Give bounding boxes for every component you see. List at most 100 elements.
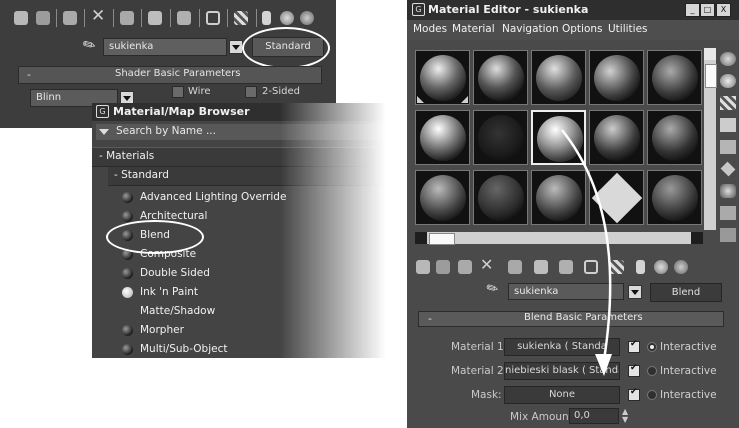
material1-interactive-radio[interactable] — [647, 342, 657, 352]
show-end-result-icon[interactable] — [262, 11, 271, 25]
sample-sphere — [420, 115, 466, 161]
make-unique-icon[interactable] — [120, 11, 134, 25]
material2-interactive-radio[interactable] — [647, 366, 657, 376]
backlight-icon[interactable] — [720, 74, 736, 88]
material-id-channel-icon[interactable] — [177, 11, 191, 25]
material2-label: Material 2: — [451, 365, 508, 377]
put-to-library-icon[interactable] — [148, 11, 162, 25]
maximize-button[interactable]: □ — [700, 3, 715, 17]
app-logo-icon: G — [412, 3, 425, 16]
browser-fade-overlay — [280, 103, 395, 358]
sample-slot-2[interactable] — [473, 50, 528, 105]
toolbar-divider — [170, 9, 171, 27]
menu-modes[interactable]: Modes — [413, 23, 447, 35]
mask-interactive-radio[interactable] — [647, 390, 657, 400]
show-background-icon[interactable] — [234, 11, 248, 25]
list-item-label: Double Sided — [140, 267, 210, 279]
two-sided-label: 2-Sided — [262, 86, 300, 97]
mask-enable-checkbox[interactable] — [628, 387, 640, 401]
sample-sphere — [420, 55, 466, 101]
sample-slot-4[interactable] — [589, 50, 644, 105]
toolbar-divider — [56, 9, 57, 27]
make-unique-icon[interactable] — [508, 260, 522, 274]
material-name-dropdown-button[interactable] — [628, 285, 642, 299]
sample-slot-3[interactable] — [531, 50, 586, 105]
go-forward-icon[interactable] — [674, 260, 688, 274]
material-name-field[interactable]: sukienka — [103, 38, 227, 56]
sample-slot-5[interactable] — [647, 50, 702, 105]
interactive-label: Interactive — [660, 341, 717, 353]
two-sided-checkbox[interactable] — [245, 86, 257, 98]
select-by-material-icon[interactable] — [720, 206, 736, 220]
options-icon[interactable] — [720, 184, 736, 198]
put-to-scene-icon[interactable] — [36, 11, 50, 25]
slot-corner-marker — [417, 96, 424, 103]
get-material-icon[interactable] — [14, 11, 28, 25]
drag-arrow-annotation — [561, 129, 612, 376]
toolbar-divider — [256, 9, 257, 27]
material-sphere-icon — [122, 287, 133, 298]
toolbar-divider — [199, 9, 200, 27]
search-input[interactable]: Search by Name ... — [116, 125, 216, 137]
scroll-left-arrow-icon[interactable] — [415, 232, 427, 244]
material-sphere-icon — [122, 344, 133, 355]
put-to-scene-icon[interactable] — [436, 260, 450, 274]
sample-slots-vertical-scrollbar[interactable] — [704, 48, 717, 230]
sample-sphere — [652, 175, 698, 221]
browser-title: Material/Map Browser — [113, 105, 250, 118]
scrollbar-thumb[interactable] — [429, 233, 455, 245]
material-name-dropdown-button[interactable] — [229, 40, 243, 54]
show-end-result-icon[interactable] — [636, 260, 645, 274]
go-to-parent-icon[interactable] — [654, 260, 668, 274]
sample-slot-7[interactable] — [473, 110, 528, 165]
material-map-navigator-icon[interactable] — [720, 228, 736, 242]
sample-sphere — [652, 115, 698, 161]
shader-rollout-title: Shader Basic Parameters — [115, 68, 241, 79]
sample-sphere — [478, 175, 524, 221]
sample-uv-tiling-icon[interactable] — [720, 118, 736, 132]
rollout-collapse-icon[interactable]: - — [428, 312, 432, 325]
eyedropper-icon[interactable]: ✎ — [79, 34, 99, 56]
wire-checkbox[interactable] — [172, 86, 184, 98]
go-forward-icon[interactable] — [300, 11, 314, 25]
material-type-button[interactable]: Blend — [650, 283, 722, 302]
menu-bar: Modes Material Navigation Options Utilit… — [407, 20, 739, 40]
mix-amount-spinner-icon[interactable]: ▲ ▼ — [622, 408, 628, 424]
sample-slot-6[interactable] — [415, 110, 470, 165]
menu-utilities[interactable]: Utilities — [608, 23, 648, 35]
sample-slot-10[interactable] — [647, 110, 702, 165]
sample-slot-1[interactable] — [415, 50, 470, 105]
shader-type-text: Blinn — [36, 92, 62, 103]
sample-sphere — [536, 55, 582, 101]
search-options-icon[interactable] — [99, 129, 109, 135]
scroll-up-arrow-icon[interactable] — [704, 48, 716, 60]
go-to-parent-icon[interactable] — [280, 11, 294, 25]
sample-type-icon[interactable] — [720, 52, 736, 66]
material1-label: Material 1: — [451, 341, 508, 353]
sample-slot-11[interactable] — [415, 170, 470, 225]
menu-navigation[interactable]: Navigation — [502, 23, 559, 35]
video-color-check-icon[interactable] — [720, 140, 736, 154]
sample-slot-15[interactable] — [647, 170, 702, 225]
assign-to-selection-icon[interactable] — [63, 11, 77, 25]
shader-rollout-header[interactable]: - Shader Basic Parameters — [18, 66, 322, 84]
reset-icon[interactable]: ✕ — [91, 6, 105, 26]
menu-material[interactable]: Material — [452, 23, 495, 35]
background-icon[interactable] — [720, 96, 736, 110]
list-item-label: Morpher — [140, 324, 184, 336]
scrollbar-thumb[interactable] — [705, 64, 717, 88]
scroll-right-arrow-icon[interactable] — [691, 232, 703, 244]
toolbar-divider — [84, 9, 85, 27]
sample-slot-12[interactable] — [473, 170, 528, 225]
show-in-viewport-icon[interactable] — [206, 11, 220, 25]
close-button[interactable]: X — [716, 3, 731, 17]
minimize-button[interactable]: _ — [685, 3, 700, 17]
get-material-icon[interactable] — [416, 260, 430, 274]
rollout-collapse-icon[interactable]: - — [27, 68, 31, 81]
reset-icon[interactable]: ✕ — [480, 255, 493, 274]
assign-to-selection-icon[interactable] — [458, 260, 472, 274]
list-item-label: Matte/Shadow — [140, 305, 216, 317]
menu-options[interactable]: Options — [562, 23, 603, 35]
toolbar-divider — [227, 9, 228, 27]
mix-amount-input[interactable]: 0,0 — [569, 408, 619, 424]
